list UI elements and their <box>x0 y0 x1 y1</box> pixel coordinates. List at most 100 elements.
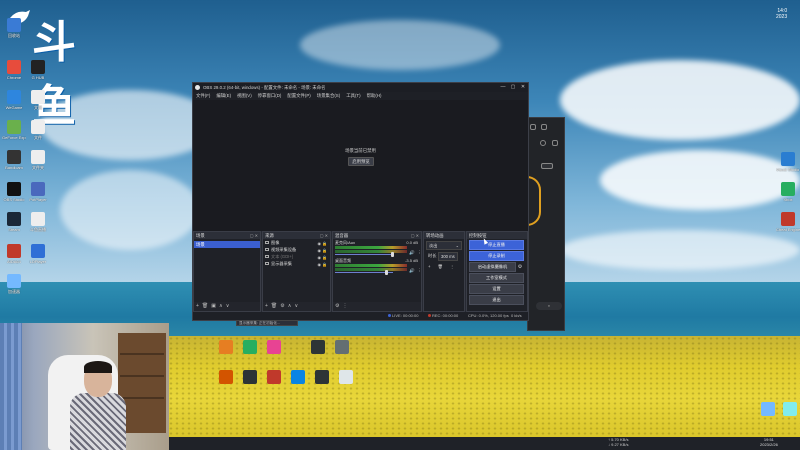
desktop-icon[interactable]: OBS Studio <box>2 182 26 202</box>
gear-icon[interactable]: ⚙ <box>335 302 339 311</box>
desktop-icon[interactable]: G HUB <box>26 60 50 80</box>
desktop-icon[interactable] <box>778 402 800 416</box>
close-icon[interactable]: ✕ <box>518 83 528 92</box>
volume-fader[interactable] <box>335 254 393 255</box>
volume-fader-knob[interactable] <box>385 270 388 275</box>
source-item[interactable]: 视频采集设备 ◉ 🔒 <box>263 246 330 253</box>
desktop-icon[interactable]: 回收站 <box>2 18 26 38</box>
lock-icon[interactable]: 🔒 <box>322 261 327 268</box>
desktop-icon[interactable] <box>756 402 780 416</box>
desktop-icon[interactable]: 加速器 <box>2 274 26 294</box>
rec-status: REC: 00:00:00 <box>428 312 458 320</box>
menu-view[interactable]: 视图(V) <box>237 92 252 100</box>
up-icon[interactable]: ∧ <box>219 302 223 311</box>
share-icon[interactable] <box>552 140 558 146</box>
exit-button[interactable]: 退出 <box>469 295 524 305</box>
back-window-icon[interactable] <box>540 140 546 146</box>
desktop-icon[interactable]: WeGame <box>2 90 26 110</box>
studio-mode-button[interactable]: 工作室模式 <box>469 273 524 283</box>
mixer-channel: 麦克风/Aux 0.0 dB 🔊 ⋮ <box>333 239 422 257</box>
add-icon[interactable]: + <box>428 264 430 269</box>
down-icon[interactable]: ∨ <box>294 302 298 311</box>
desktop-icon[interactable]: Bandicam <box>2 150 26 170</box>
app-icon <box>243 340 257 354</box>
add-icon[interactable]: + <box>196 302 199 311</box>
settings-button[interactable]: 设置 <box>469 284 524 294</box>
more-icon[interactable]: ⋮ <box>342 302 347 311</box>
more-icon[interactable]: ⋮ <box>417 250 422 256</box>
duration-field[interactable]: 时长 300 ms <box>426 252 462 261</box>
minimize-icon[interactable]: — <box>498 83 508 92</box>
obs-window[interactable]: OBS 29.0.2 (64-bit, windows) - 配置文件: 未命名… <box>192 82 529 321</box>
source-item[interactable]: 显示器采集 ◉ 🔒 <box>263 260 330 267</box>
desktop-icon[interactable] <box>262 370 286 384</box>
gear-icon[interactable]: ⚙ <box>516 263 524 271</box>
desktop-icon[interactable] <box>238 370 262 384</box>
speaker-icon[interactable]: 🔊 <box>409 268 415 274</box>
scene-item[interactable]: 场景 <box>194 241 260 248</box>
source-item[interactable]: 文本 (GDI+) ◉ 🔒 <box>263 253 330 260</box>
down-icon[interactable]: ∨ <box>226 302 230 311</box>
more-icon[interactable]: ⋮ <box>450 264 454 269</box>
desktop-icon[interactable] <box>262 340 286 354</box>
desktop-icon[interactable] <box>286 370 310 384</box>
desktop-icon[interactable]: Visual Studio Code <box>776 152 800 172</box>
desktop-icon-label: 文件夹 <box>32 165 44 170</box>
back-window-icon[interactable] <box>530 124 536 130</box>
gear-icon[interactable]: ⚙ <box>280 302 284 311</box>
desktop-icon[interactable] <box>306 340 330 354</box>
desktop-icon[interactable]: 文档 <box>26 90 50 110</box>
app-icon <box>7 150 21 164</box>
trash-icon[interactable]: 🗑 <box>438 264 443 269</box>
menu-file[interactable]: 文件(F) <box>196 92 210 100</box>
transition-select[interactable]: 淡出 ⌄ <box>426 241 462 250</box>
desktop-icon[interactable] <box>330 340 354 354</box>
menu-help[interactable]: 帮助(H) <box>367 92 382 100</box>
desktop-icon[interactable]: 斗鱼直播 <box>26 212 50 232</box>
desktop-icon[interactable] <box>310 370 334 384</box>
menu-docks[interactable]: 停靠窗口(D) <box>258 92 282 100</box>
speaker-icon[interactable]: 🔊 <box>409 250 415 256</box>
back-window-live-button[interactable]: ● <box>536 302 562 310</box>
back-window-icon[interactable] <box>541 163 553 169</box>
menu-profile[interactable]: 配置文件(P) <box>287 92 310 100</box>
desktop-icon-label: LDPlayer <box>29 259 47 264</box>
trash-icon[interactable]: 🗑 <box>202 302 208 311</box>
maximize-icon[interactable]: ▢ <box>508 83 518 92</box>
desktop-icon[interactable]: AIDA64 <box>2 244 26 264</box>
back-window-icon[interactable] <box>541 124 547 130</box>
desktop-icon[interactable]: Xbox <box>776 182 800 202</box>
obs-title-bar[interactable]: OBS 29.0.2 (64-bit, windows) - 配置文件: 未命名… <box>193 83 528 92</box>
trash-icon[interactable]: 🗑 <box>271 302 277 311</box>
desktop-icon[interactable]: GeForce Experience <box>2 120 26 140</box>
source-item[interactable]: 图像 ◉ 🔒 <box>263 239 330 246</box>
more-icon[interactable]: ⋮ <box>417 268 422 274</box>
menu-tools[interactable]: 工具(T) <box>346 92 360 100</box>
desktop-icon[interactable] <box>238 340 262 354</box>
stop-streaming-button[interactable]: 停止直播 <box>469 240 524 250</box>
menu-scene-collection[interactable]: 场景集合(S) <box>317 92 340 100</box>
desktop-icon[interactable] <box>214 370 238 384</box>
duration-value[interactable]: 300 ms <box>438 252 458 261</box>
stop-recording-button[interactable]: 停止录制 <box>469 251 524 261</box>
start-virtual-camera-button[interactable]: 启动虚拟摄像机 ⚙ <box>469 262 522 272</box>
desktop-icon[interactable] <box>334 370 358 384</box>
taskbar-clock[interactable]: 19:51 2023/2/26 <box>760 437 778 447</box>
enable-preview-button[interactable]: 启用预览 <box>348 157 374 166</box>
desktop-icon-label: Cheat Engine <box>776 227 800 232</box>
add-icon[interactable]: + <box>265 302 268 311</box>
desktop-icon[interactable]: PotPlayer <box>26 182 50 202</box>
desktop-icon[interactable] <box>214 340 238 354</box>
filter-icon[interactable]: ▣ <box>211 302 216 311</box>
desktop-icon[interactable]: 文件夹 <box>26 150 50 170</box>
app-icon <box>781 212 795 226</box>
desktop-icon[interactable]: 文件 <box>26 120 50 140</box>
scenes-dock-footer: + 🗑 ▣ ∧ ∨ <box>194 302 260 311</box>
eye-icon[interactable]: ◉ <box>318 261 322 268</box>
desktop-icon[interactable]: Cheat Engine <box>776 212 800 232</box>
desktop-icon[interactable]: LDPlayer <box>26 244 50 264</box>
desktop-icon[interactable]: Chrome <box>2 60 26 80</box>
desktop-icon[interactable]: Steam <box>2 212 26 232</box>
menu-edit[interactable]: 编辑(E) <box>216 92 231 100</box>
up-icon[interactable]: ∧ <box>288 302 292 311</box>
